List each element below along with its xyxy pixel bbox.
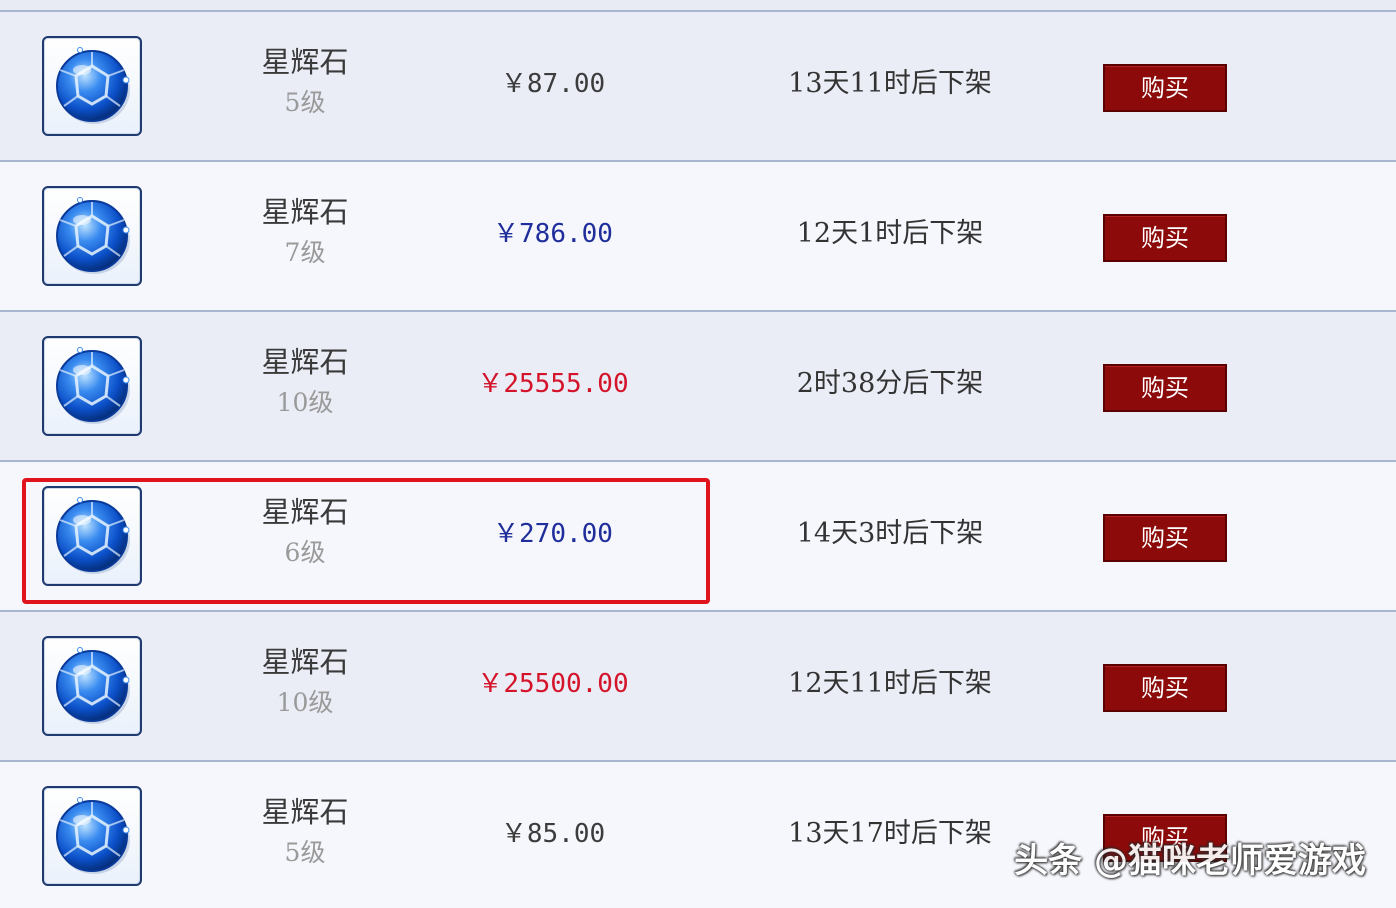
blue-gem-icon[interactable] — [42, 336, 142, 436]
item-name-cell: 星辉石 5级 — [220, 794, 390, 872]
listing-time-left: 14天3时后下架 — [796, 518, 984, 549]
item-level: 10级 — [276, 688, 334, 717]
item-level: 5级 — [284, 838, 326, 867]
item-name: 星辉石 — [261, 345, 349, 379]
item-name: 星辉石 — [261, 45, 349, 79]
item-price: ￥25500.00 — [477, 669, 629, 699]
listing-row: 星辉石 6级 ￥270.00 14天3时后下架 购买 — [0, 462, 1396, 612]
table-top-edge — [0, 0, 1396, 12]
item-level: 7级 — [284, 238, 326, 267]
item-listing-table: 星辉石 5级 ￥87.00 13天11时后下架 购买 星辉石 7级 ￥786.0… — [0, 12, 1396, 908]
listing-row: 星辉石 10级 ￥25500.00 12天11时后下架 购买 — [0, 612, 1396, 762]
listing-row: 星辉石 10级 ￥25555.00 2时38分后下架 购买 — [0, 312, 1396, 462]
gem-graphic — [56, 797, 130, 874]
listing-row: 星辉石 7级 ￥786.00 12天1时后下架 购买 — [0, 162, 1396, 312]
blue-gem-icon[interactable] — [42, 486, 142, 586]
listing-row: 星辉石 5级 ￥87.00 13天11时后下架 购买 — [0, 12, 1396, 162]
buy-button[interactable]: 购买 — [1103, 364, 1227, 412]
blue-gem-icon[interactable] — [42, 636, 142, 736]
listing-time-left: 12天11时后下架 — [788, 668, 992, 699]
item-name: 星辉石 — [261, 195, 349, 229]
listing-time-left: 2时38分后下架 — [796, 368, 984, 399]
blue-gem-icon[interactable] — [42, 36, 142, 136]
gem-graphic — [56, 47, 130, 124]
item-name-cell: 星辉石 7级 — [220, 194, 390, 272]
market-listing-page: 星辉石 5级 ￥87.00 13天11时后下架 购买 星辉石 7级 ￥786.0… — [0, 0, 1396, 908]
buy-button[interactable]: 购买 — [1103, 64, 1227, 112]
item-name-cell: 星辉石 10级 — [220, 344, 390, 422]
item-name-cell: 星辉石 5级 — [220, 44, 390, 122]
gem-graphic — [56, 647, 130, 724]
buy-button[interactable]: 购买 — [1103, 664, 1227, 712]
item-name: 星辉石 — [261, 795, 349, 829]
gem-graphic — [56, 347, 130, 424]
blue-gem-icon[interactable] — [42, 786, 142, 886]
item-price: ￥270.00 — [493, 519, 613, 549]
item-price: ￥786.00 — [493, 219, 613, 249]
watermark: 头条 @猫咪老师爱游戏 — [1014, 841, 1366, 881]
buy-button[interactable]: 购买 — [1103, 514, 1227, 562]
item-name-cell: 星辉石 6级 — [220, 494, 390, 572]
listing-time-left: 13天11时后下架 — [788, 68, 992, 99]
buy-button[interactable]: 购买 — [1103, 214, 1227, 262]
item-price: ￥87.00 — [500, 69, 606, 99]
item-level: 5级 — [284, 88, 326, 117]
item-name: 星辉石 — [261, 495, 349, 529]
item-name: 星辉石 — [261, 645, 349, 679]
item-level: 10级 — [276, 388, 334, 417]
gem-graphic — [56, 497, 130, 574]
item-price: ￥85.00 — [500, 819, 606, 849]
item-price: ￥25555.00 — [477, 369, 629, 399]
listing-time-left: 13天17时后下架 — [788, 818, 992, 849]
gem-graphic — [56, 197, 130, 274]
listing-time-left: 12天1时后下架 — [796, 218, 984, 249]
blue-gem-icon[interactable] — [42, 186, 142, 286]
item-level: 6级 — [284, 538, 326, 567]
item-name-cell: 星辉石 10级 — [220, 644, 390, 722]
